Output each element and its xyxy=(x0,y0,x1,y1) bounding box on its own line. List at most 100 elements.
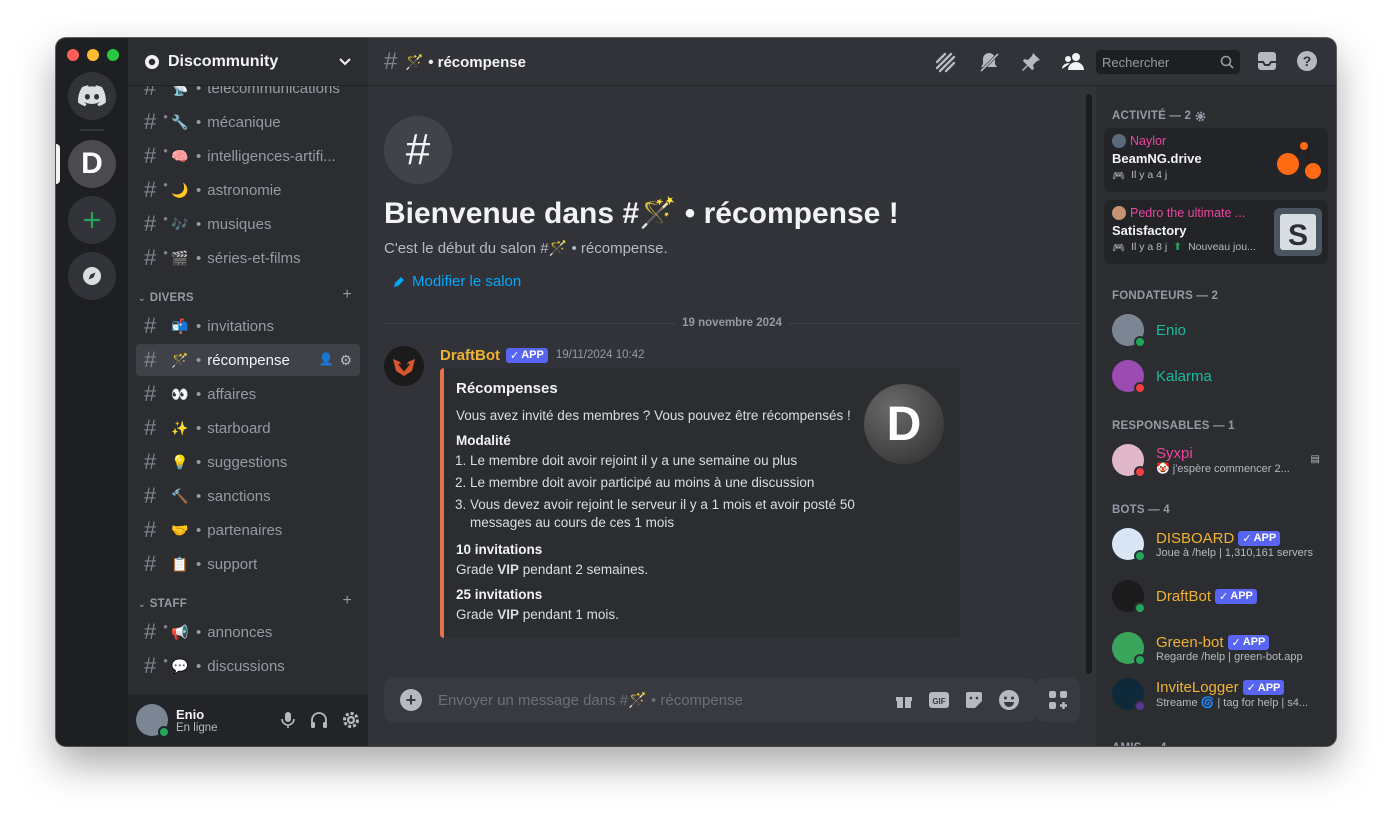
activity-card[interactable]: Naylor BeamNG.drive 🎮 Il y a 4 j xyxy=(1104,128,1328,192)
channel-label: musiques xyxy=(207,215,272,233)
member-item[interactable]: DISBOARD ✓ APP Joue à /help | 1,310,161 s… xyxy=(1104,522,1328,566)
separator-dot: • xyxy=(196,215,202,233)
add-channel-icon[interactable]: + xyxy=(342,286,352,304)
member-activity: Regarde /help | green-bot.app xyxy=(1156,650,1303,663)
channel-emoji: 👀 xyxy=(171,385,189,402)
separator-dot: • xyxy=(196,623,202,641)
channel-emoji: ✨ xyxy=(171,419,189,436)
maximize-window-button[interactable] xyxy=(107,49,119,61)
avatar[interactable] xyxy=(384,346,424,386)
channel-item[interactable]: # ● 🎬 • séries-et-films xyxy=(136,242,360,274)
inbox-icon[interactable] xyxy=(1256,50,1278,72)
member-name: DISBOARD xyxy=(1156,529,1235,547)
scrollbar[interactable] xyxy=(1086,94,1092,674)
channel-item[interactable]: # 🤝 • partenaires xyxy=(136,514,360,546)
gif-icon[interactable]: GIF xyxy=(928,691,950,709)
rail-separator xyxy=(80,129,104,131)
svg-text:S: S xyxy=(1288,219,1308,252)
add-channel-icon[interactable]: + xyxy=(342,592,352,610)
microphone-icon[interactable] xyxy=(280,711,296,729)
apps-icon xyxy=(1049,691,1067,709)
channel-item[interactable]: # ● 💬 • discussions xyxy=(136,650,360,682)
member-name: DraftBot xyxy=(1156,587,1212,605)
separator-dot: • xyxy=(196,113,202,131)
attach-plus-icon[interactable]: + xyxy=(400,689,422,711)
member-item[interactable]: InviteLogger ✓ APP Streame 🌀 | tag for he… xyxy=(1104,672,1328,716)
activity-card[interactable]: Pedro the ultimate ... Satisfactory 🎮 Il … xyxy=(1104,200,1328,264)
minimize-window-button[interactable] xyxy=(87,49,99,61)
activity-username: Naylor xyxy=(1130,134,1167,148)
member-item[interactable]: Kalarma xyxy=(1104,354,1328,398)
channel-emoji: 🔧 xyxy=(171,113,189,130)
channel-item[interactable]: # 🔨 • sanctions xyxy=(136,480,360,512)
date-divider: 19 novembre 2024 xyxy=(384,317,1080,329)
channel-item[interactable]: # 💡 • suggestions xyxy=(136,446,360,478)
member-category-bots: BOTS — 4 xyxy=(1112,504,1170,516)
channel-hash-icon: # xyxy=(144,313,157,338)
channel-item[interactable]: # ● 📢 • annonces xyxy=(136,616,360,648)
embed-intro: Vous avez invité des membres ? Vous pouv… xyxy=(456,408,851,423)
channel-item[interactable]: # 🪄 • récompense 👤 ⚙ xyxy=(136,344,360,376)
app-badge: ✓ APP xyxy=(1242,680,1285,695)
channel-item[interactable]: # ● 🌙 • astronomie xyxy=(136,174,360,206)
separator-dot: • xyxy=(196,453,202,471)
search-input[interactable]: Rechercher xyxy=(1096,50,1240,74)
category-divers[interactable]: ⌄ DIVERS + xyxy=(136,276,360,310)
plus-icon xyxy=(83,211,101,229)
member-list-icon[interactable] xyxy=(1062,51,1086,73)
channel-item[interactable]: # ✨ • starboard xyxy=(136,412,360,444)
gift-icon[interactable] xyxy=(894,690,914,710)
help-icon[interactable]: ? xyxy=(1296,50,1318,72)
headphones-icon[interactable] xyxy=(310,711,328,729)
settings-gear-icon[interactable] xyxy=(342,711,360,729)
channel-item[interactable]: # ● 🧠 • intelligences-artifi... xyxy=(136,140,360,172)
close-window-button[interactable] xyxy=(67,49,79,61)
emoji-icon[interactable] xyxy=(998,689,1020,711)
add-server-button[interactable] xyxy=(68,196,116,244)
settings-gear-icon[interactable] xyxy=(1195,111,1206,122)
member-custom-status: 🤡 j'espère commencer 2... xyxy=(1156,463,1290,475)
category-staff[interactable]: ⌄ STAFF + xyxy=(136,582,360,616)
invite-icon[interactable]: 👤 xyxy=(318,352,333,369)
app-launcher-button[interactable] xyxy=(1036,678,1080,722)
server-badge-icon xyxy=(145,54,159,69)
message-author[interactable]: DraftBot xyxy=(440,347,500,364)
embed-thumbnail[interactable]: D xyxy=(864,384,944,464)
channel-label: télécommunications xyxy=(207,86,340,97)
member-item[interactable]: Green-bot ✓ APP Regarde /help | green-bot… xyxy=(1104,626,1328,670)
threads-icon[interactable] xyxy=(934,51,958,73)
home-button[interactable] xyxy=(68,72,116,120)
separator-dot: • xyxy=(196,86,202,97)
member-item[interactable]: DraftBot ✓ APP xyxy=(1104,574,1328,618)
channel-hash-icon: # xyxy=(144,347,157,372)
list-item: Le membre doit avoir participé au moins … xyxy=(470,474,856,492)
server-icon-discommunity[interactable]: D xyxy=(68,140,116,188)
channel-item[interactable]: # 📬 • invitations xyxy=(136,310,360,342)
channel-label: affaires xyxy=(207,385,257,403)
channel-label: récompense xyxy=(207,351,290,369)
edit-channel-link[interactable]: Modifier le salon xyxy=(392,273,899,290)
channel-label: intelligences-artifi... xyxy=(207,147,336,165)
separator-dot: • xyxy=(196,521,202,539)
settings-gear-icon[interactable]: ⚙ xyxy=(339,352,352,369)
channel-hash-icon: # xyxy=(144,551,157,576)
separator-dot: • xyxy=(196,317,202,335)
notifications-muted-icon[interactable] xyxy=(978,51,1000,73)
member-item[interactable]: Enio xyxy=(1104,308,1328,352)
channel-item[interactable]: # 👀 • affaires xyxy=(136,378,360,410)
gamepad-icon: 🎮 xyxy=(1112,170,1126,182)
channel-label: annonces xyxy=(207,623,273,641)
channel-item[interactable]: # 📋 • support xyxy=(136,548,360,580)
channel-item[interactable]: # ● 🔧 • mécanique xyxy=(136,106,360,138)
member-name: Green-bot xyxy=(1156,633,1224,651)
sticker-icon[interactable] xyxy=(964,690,984,710)
channel-item[interactable]: #●📡 • télécommunications xyxy=(136,86,360,104)
avatar[interactable] xyxy=(136,704,170,738)
pin-icon[interactable] xyxy=(1020,51,1042,73)
server-header[interactable]: Discommunity xyxy=(128,38,368,86)
channel-item[interactable]: # ● 🎶 • musiques xyxy=(136,208,360,240)
channel-label: discussions xyxy=(207,657,285,675)
member-item[interactable]: Syxpi 🤡 j'espère commencer 2... ▤ xyxy=(1104,438,1328,482)
message-input[interactable]: Envoyer un message dans #🪄 • récompense xyxy=(438,691,894,709)
explore-button[interactable] xyxy=(68,252,116,300)
